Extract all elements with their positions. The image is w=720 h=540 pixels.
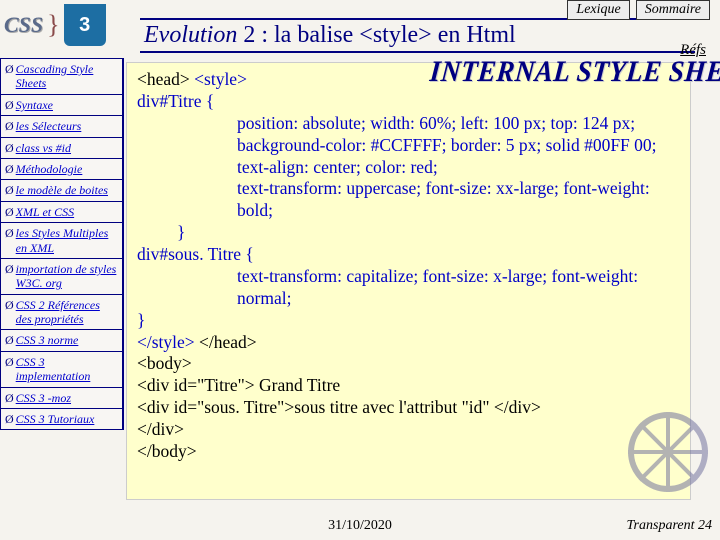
chevron-right-icon: Ø <box>5 119 14 133</box>
ship-wheel-icon <box>628 412 708 492</box>
chevron-right-icon: Ø <box>5 333 14 347</box>
chevron-right-icon: Ø <box>5 205 14 219</box>
code-line: </body> <box>137 441 680 463</box>
sidebar: ØCascading Style Sheets ØSyntaxe Øles Sé… <box>0 58 124 430</box>
chevron-right-icon: Ø <box>5 141 14 155</box>
sidebar-item-css2-ref[interactable]: ØCSS 2 Références des propriétés <box>0 295 123 331</box>
code-line: text-transform: capitalize; font-size: x… <box>237 266 680 310</box>
css3-shield-icon: 3 <box>64 4 106 46</box>
sidebar-item-css3-impl[interactable]: ØCSS 3 implementation <box>0 352 123 388</box>
code-line: </div> <box>137 419 680 441</box>
code-line: position: absolute; width: 60%; left: 10… <box>237 113 680 135</box>
code-line: <div id="Titre"> Grand Titre <box>137 375 680 397</box>
sommaire-button[interactable]: Sommaire <box>636 0 710 20</box>
code-line: } <box>177 222 680 244</box>
code-line: text-transform: uppercase; font-size: xx… <box>237 178 680 222</box>
sidebar-item-css3-moz[interactable]: ØCSS 3 -moz <box>0 388 123 409</box>
chevron-right-icon: Ø <box>5 412 14 426</box>
chevron-right-icon: Ø <box>5 226 14 240</box>
sidebar-item-css3-norme[interactable]: ØCSS 3 norme <box>0 330 123 351</box>
topbar: Lexique Sommaire <box>567 0 710 20</box>
code-line: </style> <box>137 332 195 352</box>
chevron-right-icon: Ø <box>5 298 14 312</box>
slide-title: Evolution 2 : la balise <style> en Html <box>140 18 695 53</box>
code-line: text-align: center; color: red; <box>237 157 680 179</box>
chevron-right-icon: Ø <box>5 183 14 197</box>
code-line: </head> <box>195 332 257 352</box>
sidebar-item-methodologie[interactable]: ØMéthodologie <box>0 159 123 180</box>
sidebar-item-styles-xml[interactable]: Øles Styles Multiples en XML <box>0 223 123 259</box>
banner-text: INTERNAL STYLE SHEET <box>429 54 720 88</box>
code-line: <style> <box>194 69 247 89</box>
code-line: div#Titre { <box>137 91 680 113</box>
chevron-right-icon: Ø <box>5 62 14 76</box>
chevron-right-icon: Ø <box>5 162 14 176</box>
chevron-right-icon: Ø <box>5 98 14 112</box>
chevron-right-icon: Ø <box>5 355 14 369</box>
code-line: background-color: #CCFFFF; border: 5 px;… <box>237 135 680 157</box>
lexique-button[interactable]: Lexique <box>567 0 629 20</box>
sidebar-item-xml-css[interactable]: ØXML et CSS <box>0 202 123 223</box>
sidebar-item-css[interactable]: ØCascading Style Sheets <box>0 58 123 95</box>
css-text: CSS <box>4 12 43 38</box>
sidebar-item-syntaxe[interactable]: ØSyntaxe <box>0 95 123 116</box>
sidebar-item-boites[interactable]: Øle modèle de boites <box>0 180 123 201</box>
code-panel: <head> <style> div#Titre { position: abs… <box>126 62 691 500</box>
chevron-right-icon: Ø <box>5 391 14 405</box>
code-line: <body> <box>137 353 680 375</box>
footer-page: Transparent 24 <box>627 518 712 534</box>
code-line: <div id="sous. Titre">sous titre avec l'… <box>137 397 680 419</box>
sidebar-item-css3-tuto[interactable]: ØCSS 3 Tutoriaux <box>0 409 123 430</box>
sidebar-item-import[interactable]: Øimportation de styles W3C. org <box>0 259 123 295</box>
code-line: <head> <box>137 69 194 89</box>
chevron-right-icon: Ø <box>5 262 14 276</box>
footer-date: 31/10/2020 <box>0 518 720 534</box>
brace-icon: } <box>47 10 59 40</box>
logo-area: CSS } 3 <box>4 2 134 48</box>
sidebar-item-selecteurs[interactable]: Øles Sélecteurs <box>0 116 123 137</box>
sidebar-item-class-id[interactable]: Øclass vs #id <box>0 138 123 159</box>
code-line: div#sous. Titre { <box>137 244 680 266</box>
code-line: } <box>137 310 680 332</box>
